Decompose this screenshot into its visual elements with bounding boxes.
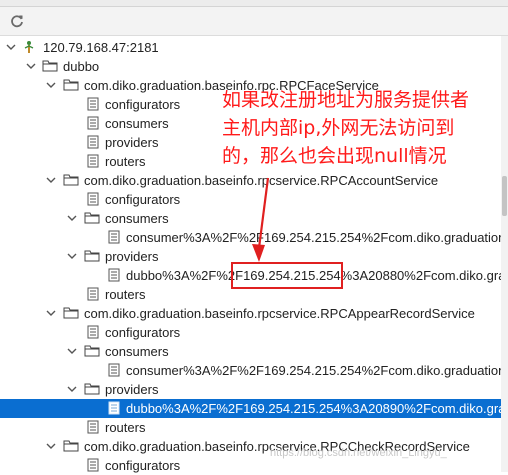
toolbar: [0, 7, 508, 36]
tree-node-routers[interactable]: routers: [0, 418, 508, 437]
annotation-line: 的，那么也会出现null情况: [222, 145, 447, 167]
tree-node-provider-entry-selected[interactable]: dubbo%3A%2F%2F169.254.215.254%3A20890%2F…: [0, 399, 508, 418]
node-label: consumers: [105, 344, 169, 359]
node-label: consumers: [105, 116, 169, 131]
file-icon: [87, 420, 102, 434]
chevron-down-icon[interactable]: [45, 439, 57, 453]
file-icon: [87, 287, 102, 301]
scrollbar-thumb[interactable]: [502, 176, 507, 216]
chevron-down-icon[interactable]: [66, 382, 78, 396]
folder-icon: [63, 78, 79, 92]
root-label: 120.79.168.47:2181: [43, 40, 159, 55]
node-label: routers: [105, 287, 146, 302]
tree-node-consumer-entry[interactable]: consumer%3A%2F%2F169.254.215.254%2Fcom.d…: [0, 228, 508, 247]
chevron-down-icon[interactable]: [5, 40, 17, 54]
tree-node-service[interactable]: com.diko.graduation.baseinfo.rpcservice.…: [0, 304, 508, 323]
annotation-line: 如果改注册地址为服务提供者: [222, 89, 470, 111]
tree-node-configurators[interactable]: configurators: [0, 323, 508, 342]
chevron-down-icon[interactable]: [45, 173, 57, 187]
folder-icon: [42, 59, 58, 73]
window-top-strip: [0, 0, 508, 7]
vertical-scrollbar[interactable]: [501, 36, 508, 472]
node-label: configurators: [105, 192, 181, 207]
refresh-icon[interactable]: [8, 12, 26, 30]
node-label: consumer%3A%2F%2F169.254.215.254%2Fcom.d…: [126, 363, 508, 378]
folder-icon: [63, 173, 79, 187]
folder-icon: [84, 344, 100, 358]
chevron-down-icon[interactable]: [25, 59, 37, 73]
tree-node-consumers[interactable]: consumers: [0, 209, 508, 228]
file-icon: [87, 97, 102, 111]
tree-node-service[interactable]: com.diko.graduation.baseinfo.rpcservice.…: [0, 171, 508, 190]
chevron-down-icon[interactable]: [45, 78, 57, 92]
tree-node-configurators[interactable]: configurators: [0, 190, 508, 209]
service-label: com.diko.graduation.baseinfo.rpcservice.…: [84, 173, 439, 188]
node-label: configurators: [105, 97, 181, 112]
node-label: dubbo%3A%2F%2F169.254.215.254%3A20890%2F…: [126, 401, 508, 416]
node-label: configurators: [105, 325, 181, 340]
file-icon: [108, 230, 123, 244]
chevron-down-icon[interactable]: [45, 306, 57, 320]
node-label: routers: [105, 420, 146, 435]
file-icon: [108, 401, 123, 415]
file-icon: [87, 135, 102, 149]
watermark: https://blog.csdn.net/weixin_Lingyu_: [270, 447, 447, 459]
annotation-text: 如果改注册地址为服务提供者 主机内部ip,外网无法访问到 的，那么也会出现nul…: [222, 86, 502, 170]
file-icon: [87, 325, 102, 339]
tree-node-root[interactable]: 120.79.168.47:2181: [0, 38, 508, 57]
server-icon: [22, 40, 37, 54]
node-label: consumers: [105, 211, 169, 226]
file-icon: [108, 268, 123, 282]
node-label: providers: [105, 382, 159, 397]
folder-icon: [63, 306, 79, 320]
file-icon: [87, 192, 102, 206]
tree-node-dubbo[interactable]: dubbo: [0, 57, 508, 76]
chevron-down-icon[interactable]: [66, 211, 78, 225]
tree-node-consumers[interactable]: consumers: [0, 342, 508, 361]
annotation-line: 主机内部ip,外网无法访问到: [222, 117, 455, 139]
ip-highlight-box: [231, 262, 343, 289]
service-label: com.diko.graduation.baseinfo.rpcservice.…: [84, 306, 475, 321]
file-icon: [87, 458, 102, 472]
folder-icon: [63, 439, 79, 453]
file-icon: [87, 154, 102, 168]
chevron-down-icon[interactable]: [66, 344, 78, 358]
tree-node-providers[interactable]: providers: [0, 380, 508, 399]
file-icon: [108, 363, 123, 377]
dubbo-label: dubbo: [63, 59, 100, 74]
folder-icon: [84, 382, 100, 396]
chevron-down-icon[interactable]: [66, 249, 78, 263]
node-label: routers: [105, 154, 146, 169]
node-label: providers: [105, 249, 159, 264]
node-label: consumer%3A%2F%2F169.254.215.254%2Fcom.d…: [126, 230, 508, 245]
tree-node-consumer-entry[interactable]: consumer%3A%2F%2F169.254.215.254%2Fcom.d…: [0, 361, 508, 380]
file-icon: [87, 116, 102, 130]
node-label: configurators: [105, 458, 181, 473]
node-label: providers: [105, 135, 159, 150]
folder-icon: [84, 249, 100, 263]
folder-icon: [84, 211, 100, 225]
